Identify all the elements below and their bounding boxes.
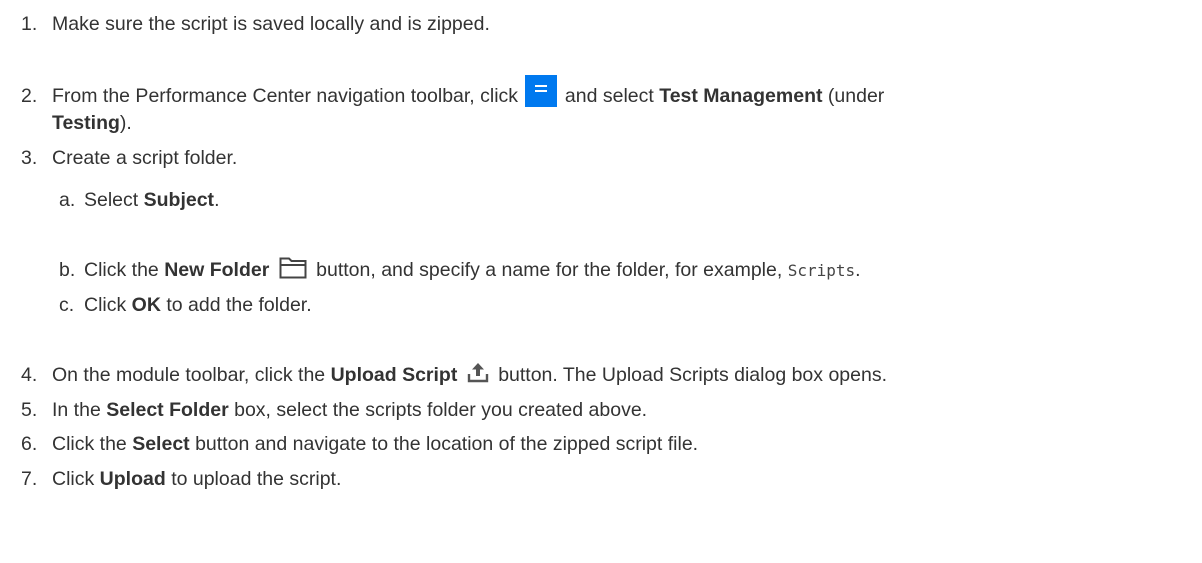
substep-a: a. Select Subject. — [59, 187, 219, 213]
substep-bold: New Folder — [164, 259, 270, 281]
step-text: ). — [119, 112, 132, 134]
menu-icon — [525, 75, 558, 107]
step-text: button and navigate to the location of t… — [195, 433, 699, 455]
step-7: 7. Click Upload to upload the script. — [21, 466, 341, 492]
step-text: From the Performance Center navigation t… — [52, 85, 519, 108]
step-text: Make sure the script is saved locally an… — [52, 13, 490, 35]
step-text: box, select the scripts folder you creat… — [234, 399, 648, 421]
step-text: Click the — [52, 433, 127, 455]
step-number: 3. — [21, 147, 38, 169]
step-5: 5. In the Select Folder box, select the s… — [21, 397, 647, 423]
step-2-cont: Testing). — [52, 110, 132, 136]
folder-icon — [279, 257, 307, 279]
step-1: 1. Make sure the script is saved locally … — [21, 11, 490, 37]
step-bold: Test Management — [659, 85, 823, 108]
step-text: Click — [52, 468, 95, 490]
step-4: 4. On the module toolbar, click the Uploa… — [21, 362, 887, 388]
substep-text: to add the folder. — [166, 294, 312, 316]
step-number: 2. — [21, 85, 38, 108]
step-text: Create a script folder. — [52, 147, 238, 169]
step-3: 3. Create a script folder. — [21, 145, 237, 171]
substep-c: c. Click OK to add the folder. — [59, 292, 312, 318]
step-6: 6. Click the Select button and navigate t… — [21, 431, 698, 457]
step-text: In the — [52, 399, 101, 421]
substep-bold: Subject — [143, 189, 215, 211]
step-bold: Select Folder — [106, 399, 229, 421]
step-number: 4. — [21, 364, 38, 386]
step-text: and select — [564, 85, 654, 108]
step-text: button. The Upload Scripts dialog box op… — [498, 364, 887, 386]
substep-letter: b. — [59, 259, 76, 281]
step-number: 5. — [21, 399, 38, 421]
substep-text: Click — [84, 294, 127, 316]
step-bold: Select — [132, 433, 190, 455]
substep-text: . — [855, 259, 861, 281]
substep-b: b. Click the New Folder button, and speci… — [59, 257, 861, 284]
step-text: (under — [827, 85, 885, 108]
substep-text: Click the — [84, 259, 159, 281]
step-bold: Upload Script — [330, 364, 458, 386]
substep-bold: OK — [131, 294, 161, 316]
step-text: to upload the script. — [171, 468, 342, 490]
substep-text: button, and specify a name for the folde… — [316, 259, 783, 281]
substep-text: . — [214, 189, 220, 211]
substep-text: Select — [84, 189, 139, 211]
step-bold: Upload — [99, 468, 166, 490]
step-2: 2. From the Performance Center navigation… — [21, 75, 885, 113]
substep-letter: a. — [59, 189, 76, 211]
step-text: On the module toolbar, click the — [52, 364, 326, 386]
upload-icon — [467, 361, 489, 383]
step-bold: Testing — [52, 112, 120, 134]
step-number: 7. — [21, 468, 38, 490]
step-number: 6. — [21, 433, 38, 455]
folder-name-example: Scripts — [787, 261, 856, 280]
substep-letter: c. — [59, 294, 75, 316]
step-number: 1. — [21, 13, 38, 35]
